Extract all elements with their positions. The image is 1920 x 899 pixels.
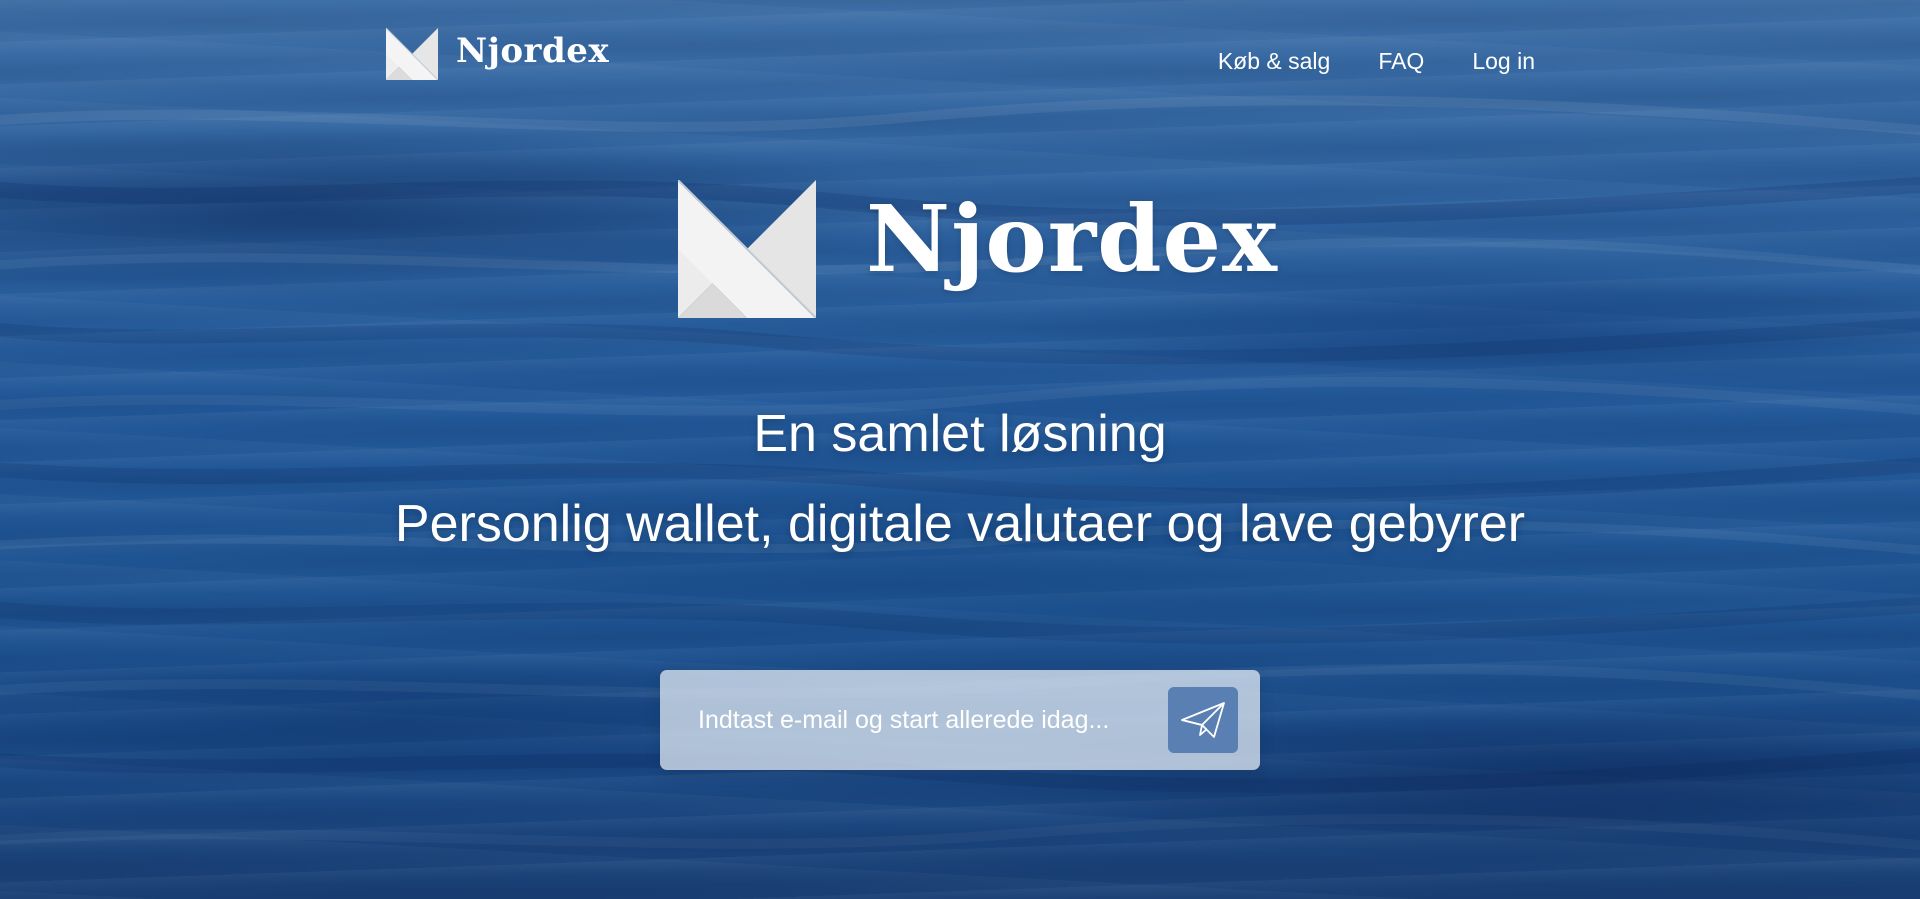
submit-email-button[interactable] [1168, 687, 1238, 753]
nav-link-buy-sell[interactable]: Køb & salg [1218, 48, 1331, 75]
njordex-logo-icon [386, 28, 438, 80]
top-navigation-bar: Njordex Køb & salg FAQ Log in [0, 0, 1920, 110]
brand-name: Njordex [456, 31, 610, 71]
main-nav: Køb & salg FAQ Log in [1218, 48, 1535, 75]
home-logo-link[interactable]: Njordex [386, 28, 609, 80]
hero-brand: Njordex [678, 180, 1278, 318]
email-input[interactable] [698, 698, 1138, 742]
hero-section: Njordex Køb & salg FAQ Log in Njordex En… [0, 0, 1920, 899]
hero-brand-name: Njordex [866, 185, 1278, 293]
email-signup-form [660, 670, 1260, 770]
nav-link-faq[interactable]: FAQ [1378, 48, 1424, 75]
hero-subtitle: Personlig wallet, digitale valutaer og l… [394, 495, 1526, 553]
nav-link-login[interactable]: Log in [1472, 48, 1535, 75]
hero-tagline: En samlet løsning [753, 405, 1167, 463]
paper-plane-icon [1181, 702, 1225, 738]
njordex-logo-icon [678, 180, 816, 318]
